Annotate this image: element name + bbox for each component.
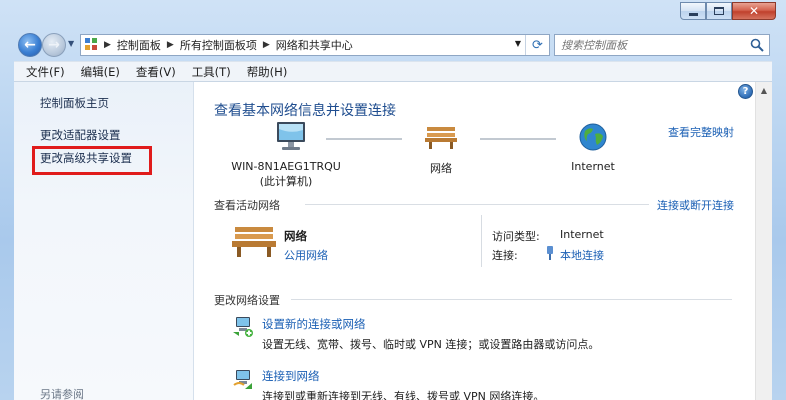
forward-arrow-icon: → <box>48 37 60 53</box>
minimize-icon <box>688 12 698 16</box>
connect-to-network-description: 连接到或重新连接到无线、有线、拨号或 VPN 网络连接。 <box>262 390 545 400</box>
map-connection-line <box>326 138 402 140</box>
search-input[interactable] <box>561 38 741 52</box>
back-button[interactable]: ← <box>18 33 42 57</box>
menu-file[interactable]: 文件(F) <box>18 64 73 80</box>
map-connection-line <box>480 138 556 140</box>
setup-connection-link[interactable]: 设置新的连接或网络 <box>262 316 366 332</box>
refresh-button[interactable]: ⟳ <box>525 35 549 55</box>
maximize-button[interactable] <box>706 2 732 20</box>
search-icon[interactable] <box>750 38 764 52</box>
breadcrumb-all-items[interactable]: 所有控制面板项 <box>180 37 257 53</box>
menu-edit[interactable]: 编辑(E) <box>73 64 128 80</box>
address-dropdown-icon[interactable]: ▼ <box>515 39 521 48</box>
main-pane: ? 查看基本网络信息并设置连接 查看完整映射 WIN-8N1AEG1TRQU (… <box>195 82 755 400</box>
maximize-icon <box>714 7 724 15</box>
map-network-label: 网络 <box>430 162 452 175</box>
window-frame: ✕ ← → ▼ ▶ 控制面板 ▶ 所有控制面板项 ▶ 网络和共享中心 ▼ ⟳ 搜… <box>0 0 786 400</box>
refresh-icon: ⟳ <box>532 37 543 53</box>
address-bar[interactable]: ▶ 控制面板 ▶ 所有控制面板项 ▶ 网络和共享中心 ▼ ⟳ <box>80 34 550 56</box>
control-panel-icon <box>85 38 99 52</box>
highlight-box <box>32 146 152 175</box>
sidebar-item-control-panel-home[interactable]: 控制面板主页 <box>40 95 109 111</box>
scroll-track[interactable] <box>758 100 770 400</box>
access-type-label: 访问类型: <box>492 230 540 243</box>
new-connection-icon <box>233 317 253 337</box>
section-divider <box>305 204 649 205</box>
setup-connection-description: 设置无线、宽带、拨号、临时或 VPN 连接；或设置路由器或访问点。 <box>262 338 600 351</box>
search-box <box>554 34 770 56</box>
breadcrumb-network-center[interactable]: 网络和共享中心 <box>276 37 353 53</box>
menu-tools[interactable]: 工具(T) <box>184 64 239 80</box>
view-full-map-link[interactable]: 查看完整映射 <box>668 124 734 140</box>
connect-network-icon <box>233 370 252 389</box>
vertical-scrollbar[interactable]: ▲ <box>755 82 772 400</box>
ethernet-plug-icon <box>547 246 553 260</box>
breadcrumb-separator-icon[interactable]: ▶ <box>167 40 174 50</box>
breadcrumb-separator-icon[interactable]: ▶ <box>263 40 270 50</box>
menu-view[interactable]: 查看(V) <box>128 64 184 80</box>
connect-disconnect-link[interactable]: 连接或断开连接 <box>657 197 734 213</box>
content-area: 控制面板主页 更改适配器设置 更改高级共享设置 另请参阅 ? 查看基本网络信息并… <box>14 81 772 400</box>
local-connection-link[interactable]: 本地连接 <box>560 247 604 263</box>
see-also-label: 另请参阅 <box>40 388 84 400</box>
caption-buttons: ✕ <box>680 2 776 20</box>
page-title: 查看基本网络信息并设置连接 <box>214 103 396 119</box>
close-button[interactable]: ✕ <box>732 2 776 20</box>
address-row: ← → ▼ ▶ 控制面板 ▶ 所有控制面板项 ▶ 网络和共享中心 ▼ ⟳ <box>0 30 786 60</box>
connect-to-network-link[interactable]: 连接到网络 <box>262 368 320 384</box>
breadcrumb-control-panel[interactable]: 控制面板 <box>117 37 161 53</box>
task-pane: 控制面板主页 更改适配器设置 更改高级共享设置 另请参阅 <box>14 82 194 400</box>
minimize-button[interactable] <box>680 2 706 20</box>
computer-icon <box>277 122 305 150</box>
computer-name: WIN-8N1AEG1TRQU <box>231 160 341 173</box>
active-networks-heading: 查看活动网络 <box>214 199 280 212</box>
breadcrumb-separator-icon: ▶ <box>104 40 111 50</box>
network-type-link[interactable]: 公用网络 <box>284 247 328 263</box>
access-type-value: Internet <box>560 228 604 241</box>
recent-pages-dropdown[interactable]: ▼ <box>68 39 74 48</box>
section-divider <box>291 299 732 300</box>
map-computer-label: WIN-8N1AEG1TRQU (此计算机) <box>221 160 351 189</box>
active-network-name: 网络 <box>284 229 307 243</box>
sidebar-item-adapter-settings[interactable]: 更改适配器设置 <box>40 127 121 143</box>
map-internet-label: Internet <box>571 160 615 173</box>
scroll-up-icon[interactable]: ▲ <box>756 82 772 98</box>
forward-button[interactable]: → <box>42 33 66 57</box>
computer-sub-label: (此计算机) <box>259 175 313 188</box>
menu-bar: 文件(F) 编辑(E) 查看(V) 工具(T) 帮助(H) <box>14 61 772 81</box>
back-arrow-icon: ← <box>24 37 36 53</box>
bench-network-icon <box>425 127 457 149</box>
help-icon[interactable]: ? <box>738 84 753 99</box>
internet-globe-icon <box>579 123 607 151</box>
bench-network-icon <box>232 227 276 257</box>
connections-label: 连接: <box>492 249 518 262</box>
menu-help[interactable]: 帮助(H) <box>239 64 296 80</box>
change-settings-heading: 更改网络设置 <box>214 294 280 307</box>
vertical-divider <box>481 215 482 267</box>
